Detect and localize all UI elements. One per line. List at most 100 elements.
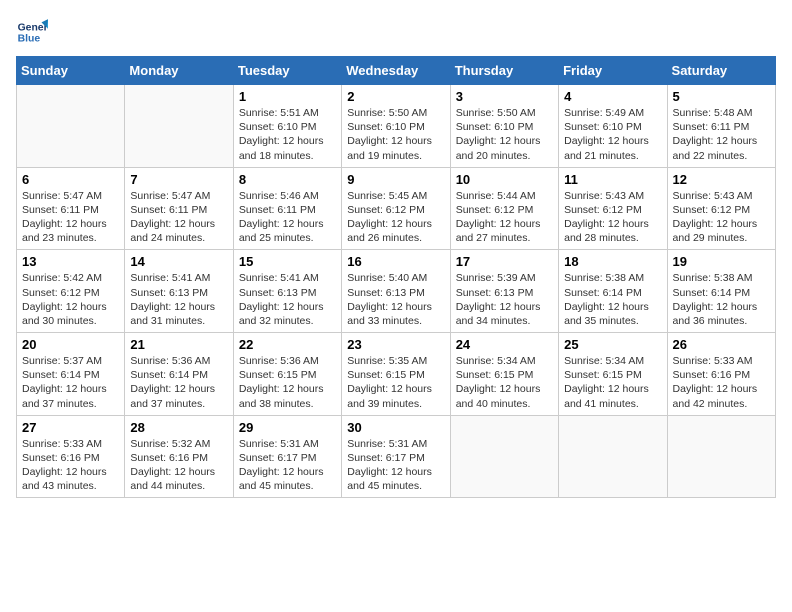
day-info: Sunrise: 5:35 AM Sunset: 6:15 PM Dayligh… [347,354,444,411]
day-info: Sunrise: 5:33 AM Sunset: 6:16 PM Dayligh… [22,437,119,494]
calendar-cell: 26Sunrise: 5:33 AM Sunset: 6:16 PM Dayli… [667,333,775,416]
calendar-cell: 16 Sunrise: 5:40 AM Sunset: 6:13 PM Dayli… [342,250,450,333]
calendar-header-saturday: Saturday [667,57,775,85]
day-info: Sunrise: 5:31 AM Sunset: 6:17 PM Dayligh… [239,437,336,494]
page-header: General Blue [16,16,776,48]
calendar-cell: 20Sunrise: 5:37 AM Sunset: 6:14 PM Dayli… [17,333,125,416]
day-number: 1 [239,89,336,104]
day-number: 16 [347,254,444,269]
calendar-cell: 3Sunrise: 5:50 AM Sunset: 6:10 PM Daylig… [450,85,558,168]
day-number: 8 [239,172,336,187]
day-number: 14 [130,254,227,269]
day-number: 21 [130,337,227,352]
day-info: Sunrise: 5:49 AM Sunset: 6:10 PM Dayligh… [564,106,661,163]
day-info: Sunrise: 5:48 AM Sunset: 6:11 PM Dayligh… [673,106,770,163]
calendar-cell [125,85,233,168]
calendar-cell: 24 Sunrise: 5:34 AM Sunset: 6:15 PM Dayli… [450,333,558,416]
day-info: Sunrise: 5:36 AM Sunset: 6:15 PM Dayligh… [239,354,336,411]
day-number: 23 [347,337,444,352]
calendar-cell [17,85,125,168]
day-number: 25 [564,337,661,352]
day-info: Sunrise: 5:33 AM Sunset: 6:16 PM Dayligh… [673,354,770,411]
day-number: 19 [673,254,770,269]
calendar-cell: 4 Sunrise: 5:49 AM Sunset: 6:10 PM Daylig… [559,85,667,168]
calendar-header-sunday: Sunday [17,57,125,85]
day-info: Sunrise: 5:45 AM Sunset: 6:12 PM Dayligh… [347,189,444,246]
calendar-cell: 11 Sunrise: 5:43 AM Sunset: 6:12 PM Dayli… [559,167,667,250]
logo: General Blue [16,16,52,48]
day-info: Sunrise: 5:34 AM Sunset: 6:15 PM Dayligh… [456,354,553,411]
day-info: Sunrise: 5:38 AM Sunset: 6:14 PM Dayligh… [564,271,661,328]
day-number: 9 [347,172,444,187]
day-number: 15 [239,254,336,269]
calendar-header-row: SundayMondayTuesdayWednesdayThursdayFrid… [17,57,776,85]
calendar-cell: 7Sunrise: 5:47 AM Sunset: 6:11 PM Daylig… [125,167,233,250]
calendar-week-row: 20Sunrise: 5:37 AM Sunset: 6:14 PM Dayli… [17,333,776,416]
day-number: 28 [130,420,227,435]
day-info: Sunrise: 5:47 AM Sunset: 6:11 PM Dayligh… [22,189,119,246]
calendar-cell: 13Sunrise: 5:42 AM Sunset: 6:12 PM Dayli… [17,250,125,333]
calendar-table: SundayMondayTuesdayWednesdayThursdayFrid… [16,56,776,498]
calendar-cell: 27 Sunrise: 5:33 AM Sunset: 6:16 PM Dayli… [17,415,125,498]
calendar-cell: 23 Sunrise: 5:35 AM Sunset: 6:15 PM Dayli… [342,333,450,416]
day-info: Sunrise: 5:38 AM Sunset: 6:14 PM Dayligh… [673,271,770,328]
calendar-cell: 1 Sunrise: 5:51 AM Sunset: 6:10 PM Daylig… [233,85,341,168]
calendar-cell [559,415,667,498]
day-info: Sunrise: 5:46 AM Sunset: 6:11 PM Dayligh… [239,189,336,246]
calendar-week-row: 27 Sunrise: 5:33 AM Sunset: 6:16 PM Dayli… [17,415,776,498]
day-number: 27 [22,420,119,435]
calendar-header-wednesday: Wednesday [342,57,450,85]
calendar-cell [667,415,775,498]
logo-icon: General Blue [16,16,48,48]
calendar-cell: 15 Sunrise: 5:41 AM Sunset: 6:13 PM Dayli… [233,250,341,333]
calendar-cell: 5Sunrise: 5:48 AM Sunset: 6:11 PM Daylig… [667,85,775,168]
calendar-cell: 12 Sunrise: 5:43 AM Sunset: 6:12 PM Dayli… [667,167,775,250]
day-number: 24 [456,337,553,352]
day-info: Sunrise: 5:51 AM Sunset: 6:10 PM Dayligh… [239,106,336,163]
calendar-cell: 21 Sunrise: 5:36 AM Sunset: 6:14 PM Dayli… [125,333,233,416]
day-info: Sunrise: 5:50 AM Sunset: 6:10 PM Dayligh… [347,106,444,163]
calendar-cell: 22 Sunrise: 5:36 AM Sunset: 6:15 PM Dayli… [233,333,341,416]
svg-text:Blue: Blue [18,34,41,45]
day-info: Sunrise: 5:31 AM Sunset: 6:17 PM Dayligh… [347,437,444,494]
calendar-cell: 25 Sunrise: 5:34 AM Sunset: 6:15 PM Dayli… [559,333,667,416]
day-info: Sunrise: 5:47 AM Sunset: 6:11 PM Dayligh… [130,189,227,246]
calendar-cell: 30Sunrise: 5:31 AM Sunset: 6:17 PM Dayli… [342,415,450,498]
calendar-week-row: 1 Sunrise: 5:51 AM Sunset: 6:10 PM Daylig… [17,85,776,168]
day-number: 11 [564,172,661,187]
day-info: Sunrise: 5:41 AM Sunset: 6:13 PM Dayligh… [130,271,227,328]
day-info: Sunrise: 5:50 AM Sunset: 6:10 PM Dayligh… [456,106,553,163]
day-number: 12 [673,172,770,187]
day-info: Sunrise: 5:43 AM Sunset: 6:12 PM Dayligh… [564,189,661,246]
calendar-week-row: 13Sunrise: 5:42 AM Sunset: 6:12 PM Dayli… [17,250,776,333]
calendar-cell: 2 Sunrise: 5:50 AM Sunset: 6:10 PM Daylig… [342,85,450,168]
calendar-header-thursday: Thursday [450,57,558,85]
calendar-cell: 19 Sunrise: 5:38 AM Sunset: 6:14 PM Dayli… [667,250,775,333]
day-info: Sunrise: 5:41 AM Sunset: 6:13 PM Dayligh… [239,271,336,328]
day-info: Sunrise: 5:43 AM Sunset: 6:12 PM Dayligh… [673,189,770,246]
calendar-cell: 8 Sunrise: 5:46 AM Sunset: 6:11 PM Daylig… [233,167,341,250]
day-number: 29 [239,420,336,435]
day-info: Sunrise: 5:34 AM Sunset: 6:15 PM Dayligh… [564,354,661,411]
day-number: 22 [239,337,336,352]
calendar-cell: 10Sunrise: 5:44 AM Sunset: 6:12 PM Dayli… [450,167,558,250]
day-number: 20 [22,337,119,352]
day-info: Sunrise: 5:32 AM Sunset: 6:16 PM Dayligh… [130,437,227,494]
day-number: 18 [564,254,661,269]
calendar-cell: 6 Sunrise: 5:47 AM Sunset: 6:11 PM Daylig… [17,167,125,250]
calendar-header-friday: Friday [559,57,667,85]
calendar-cell: 29 Sunrise: 5:31 AM Sunset: 6:17 PM Dayli… [233,415,341,498]
day-info: Sunrise: 5:39 AM Sunset: 6:13 PM Dayligh… [456,271,553,328]
day-info: Sunrise: 5:36 AM Sunset: 6:14 PM Dayligh… [130,354,227,411]
day-number: 6 [22,172,119,187]
day-info: Sunrise: 5:42 AM Sunset: 6:12 PM Dayligh… [22,271,119,328]
day-info: Sunrise: 5:40 AM Sunset: 6:13 PM Dayligh… [347,271,444,328]
day-number: 2 [347,89,444,104]
day-number: 4 [564,89,661,104]
day-info: Sunrise: 5:44 AM Sunset: 6:12 PM Dayligh… [456,189,553,246]
day-number: 17 [456,254,553,269]
calendar-cell: 18 Sunrise: 5:38 AM Sunset: 6:14 PM Dayli… [559,250,667,333]
calendar-week-row: 6 Sunrise: 5:47 AM Sunset: 6:11 PM Daylig… [17,167,776,250]
calendar-cell: 17 Sunrise: 5:39 AM Sunset: 6:13 PM Dayli… [450,250,558,333]
calendar-cell: 28 Sunrise: 5:32 AM Sunset: 6:16 PM Dayli… [125,415,233,498]
